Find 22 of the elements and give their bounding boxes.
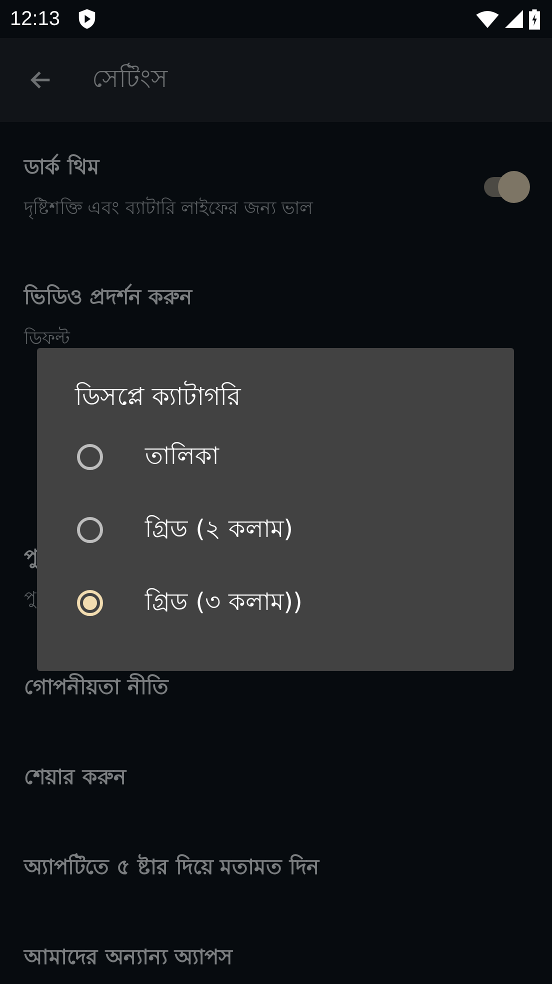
setting-summary: পু bbox=[24, 587, 36, 611]
signal-icon bbox=[505, 10, 523, 28]
setting-title[interactable]: শেয়ার করুন bbox=[24, 761, 126, 793]
setting-title[interactable]: ভিডিও প্রদর্শন করুন bbox=[24, 281, 193, 313]
radio-button[interactable] bbox=[77, 590, 103, 616]
option-label[interactable]: গ্রিড (২ কলাম) bbox=[145, 510, 293, 550]
shield-play-icon bbox=[78, 9, 96, 29]
radio-button[interactable] bbox=[77, 444, 103, 470]
setting-title[interactable]: ডার্ক থিম bbox=[24, 151, 100, 183]
battery-icon bbox=[529, 8, 540, 30]
option-label[interactable]: তালিকা bbox=[145, 436, 219, 476]
setting-summary: ডিফল্ট bbox=[24, 326, 70, 351]
setting-title[interactable]: গোপনীয়তা নীতি bbox=[24, 671, 168, 703]
setting-title[interactable]: অ্যাপটিতে ৫ ষ্টার দিয়ে মতামত দিন bbox=[24, 851, 320, 883]
wifi-icon bbox=[476, 10, 499, 28]
dialog-title: ডিসপ্লে ক্যাটাগরি bbox=[75, 380, 241, 413]
option-label[interactable]: গ্রিড (৩ কলাম)) bbox=[145, 582, 302, 622]
setting-title[interactable]: আমাদের অন্যান্য অ্যাপস bbox=[24, 941, 233, 973]
status-time: 12:13 bbox=[10, 8, 60, 30]
app-bar-title: সেটিংস bbox=[92, 62, 168, 94]
setting-summary: দৃষ্টিশক্তি এবং ব্যাটারি লাইফের জন্য ভাল bbox=[24, 196, 313, 222]
radio-button[interactable] bbox=[77, 516, 103, 542]
